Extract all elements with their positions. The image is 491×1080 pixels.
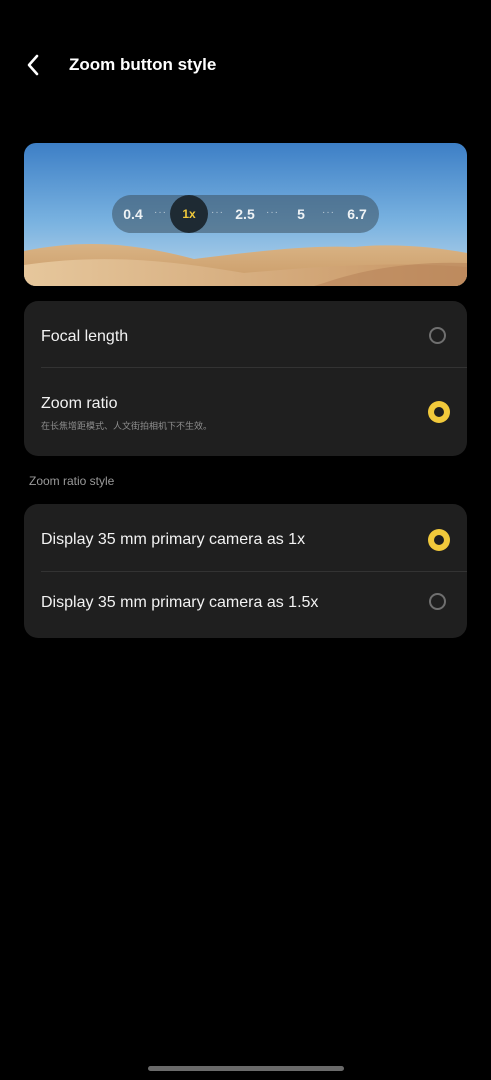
zoom-dots: ··· [266, 207, 279, 218]
radio-selected[interactable] [428, 529, 450, 551]
zoom-selector-pill: 0.4 ··· 1x ··· 2.5 ··· 5 ··· 6.7 [112, 195, 379, 233]
zoom-dots: ··· [211, 207, 224, 218]
option-label: Display 35 mm primary camera as 1x [41, 531, 306, 548]
zoom-preview-image: 0.4 ··· 1x ··· 2.5 ··· 5 ··· 6.7 [24, 143, 467, 286]
option-subtitle: 在长焦增距模式、人文街拍相机下不生效。 [41, 421, 213, 431]
option-primary-1x[interactable]: Display 35 mm primary camera as 1x [24, 504, 467, 571]
option-primary-1-5x[interactable]: Display 35 mm primary camera as 1.5x [24, 571, 467, 638]
zoom-value-active: 1x [170, 195, 208, 233]
section-header-zoom-ratio-style: Zoom ratio style [29, 474, 115, 488]
option-label: Focal length [41, 328, 129, 345]
zoom-value-5: 5 [297, 206, 305, 222]
zoom-dots: ··· [154, 207, 167, 218]
radio-selected[interactable] [428, 401, 450, 423]
back-button[interactable] [20, 52, 46, 78]
home-indicator[interactable] [148, 1066, 344, 1071]
radio-unselected[interactable] [429, 327, 446, 344]
zoom-mode-card: Focal length Zoom ratio 在长焦增距模式、人文街拍相机下不… [24, 301, 467, 456]
option-focal-length[interactable]: Focal length [24, 301, 467, 368]
option-label: Display 35 mm primary camera as 1.5x [41, 594, 319, 611]
zoom-value-0-4: 0.4 [123, 206, 143, 222]
chevron-left-icon [27, 54, 39, 76]
zoom-value-2-5: 2.5 [235, 206, 255, 222]
zoom-ratio-style-card: Display 35 mm primary camera as 1x Displ… [24, 504, 467, 638]
top-bar: Zoom button style [0, 40, 491, 90]
zoom-value-6-7: 6.7 [347, 206, 367, 222]
option-label: Zoom ratio [41, 395, 118, 412]
radio-unselected[interactable] [429, 593, 446, 610]
page-title: Zoom button style [69, 55, 217, 74]
option-zoom-ratio[interactable]: Zoom ratio 在长焦增距模式、人文街拍相机下不生效。 [24, 368, 467, 456]
zoom-dots: ··· [322, 207, 335, 218]
